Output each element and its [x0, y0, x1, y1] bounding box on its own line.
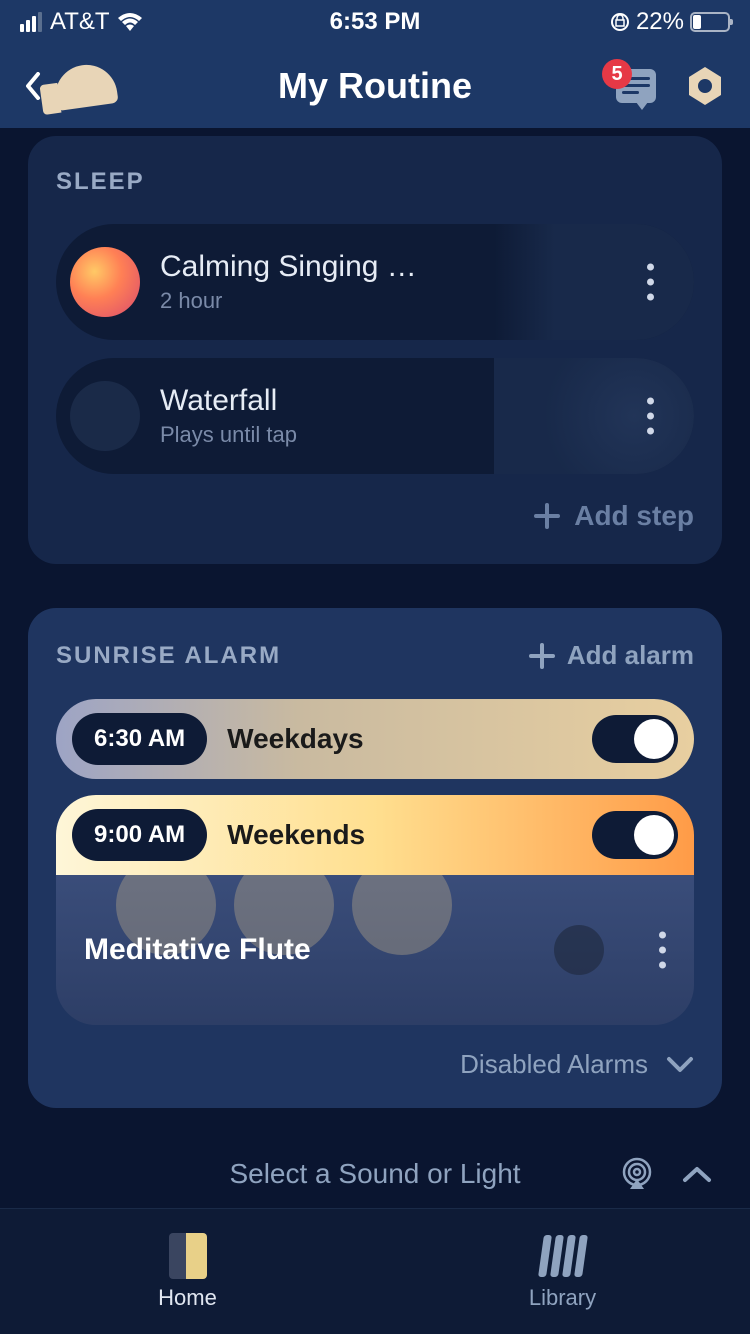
alarm-label: Weekends — [227, 819, 592, 851]
more-button[interactable] — [659, 932, 666, 969]
tab-home-label: Home — [158, 1285, 217, 1311]
player-bar[interactable]: Select a Sound or Light — [0, 1128, 750, 1208]
tab-library-label: Library — [529, 1285, 596, 1311]
tab-bar: Home Library — [0, 1208, 750, 1334]
alarm-label: Weekdays — [227, 723, 592, 755]
sound-thumbnail-icon — [70, 247, 140, 317]
sound-thumbnail-icon — [70, 381, 140, 451]
battery-pct-label: 22% — [636, 8, 684, 36]
player-prompt: Select a Sound or Light — [229, 1158, 520, 1190]
add-alarm-label: Add alarm — [567, 640, 694, 671]
airplay-icon[interactable] — [620, 1157, 654, 1191]
more-button[interactable] — [647, 398, 654, 435]
clock-label: 6:53 PM — [330, 8, 421, 36]
disabled-alarms-button[interactable]: Disabled Alarms — [56, 1049, 694, 1080]
sleep-section: SLEEP Calming Singing B... 2 hour Waterf… — [28, 136, 722, 564]
messages-badge: 5 — [602, 59, 632, 89]
sleep-step-item[interactable]: Waterfall Plays until tap — [56, 358, 694, 474]
alarm-header: SUNRISE ALARM — [56, 642, 281, 670]
alarm-toggle[interactable] — [592, 811, 678, 859]
battery-icon — [690, 12, 730, 32]
plus-icon — [534, 503, 560, 529]
alarm-time: 6:30 AM — [72, 713, 207, 765]
chevron-down-icon — [666, 1056, 694, 1074]
sleep-header: SLEEP — [56, 168, 694, 196]
status-bar: AT&T 6:53 PM 22% — [0, 0, 750, 44]
sunrise-alarm-section: SUNRISE ALARM Add alarm 6:30 AM Weekdays… — [28, 608, 722, 1108]
alarm-item-weekdays[interactable]: 6:30 AM Weekdays — [56, 699, 694, 779]
sound-name: Calming Singing B... — [160, 250, 420, 284]
plus-icon — [529, 643, 555, 669]
alarm-sound-item[interactable]: Meditative Flute — [56, 875, 694, 1025]
home-icon — [169, 1233, 207, 1279]
alarm-sound-name: Meditative Flute — [84, 933, 311, 967]
chevron-up-icon[interactable] — [682, 1165, 712, 1183]
more-button[interactable] — [647, 264, 654, 301]
alarm-item-weekends[interactable]: 9:00 AM Weekends — [56, 795, 694, 875]
sound-art-icon — [494, 224, 694, 340]
disabled-alarms-label: Disabled Alarms — [460, 1049, 648, 1080]
sound-name: Waterfall — [160, 384, 420, 418]
add-step-label: Add step — [574, 500, 694, 532]
add-step-button[interactable]: Add step — [56, 500, 694, 532]
page-title: My Routine — [278, 65, 472, 107]
library-icon — [538, 1235, 588, 1277]
wifi-icon — [118, 13, 142, 31]
sound-art-icon — [494, 358, 694, 474]
alarm-toggle[interactable] — [592, 715, 678, 763]
app-logo-icon[interactable] — [51, 61, 118, 111]
tab-library[interactable]: Library — [375, 1209, 750, 1334]
orientation-lock-icon — [610, 12, 630, 32]
nav-bar: My Routine 5 — [0, 44, 750, 128]
carrier-label: AT&T — [50, 8, 110, 36]
settings-button[interactable] — [684, 65, 726, 107]
sleep-step-item[interactable]: Calming Singing B... 2 hour — [56, 224, 694, 340]
signal-icon — [20, 12, 42, 32]
alarm-time: 9:00 AM — [72, 809, 207, 861]
add-alarm-button[interactable]: Add alarm — [529, 640, 694, 671]
messages-button[interactable]: 5 — [616, 69, 656, 103]
tab-home[interactable]: Home — [0, 1209, 375, 1334]
